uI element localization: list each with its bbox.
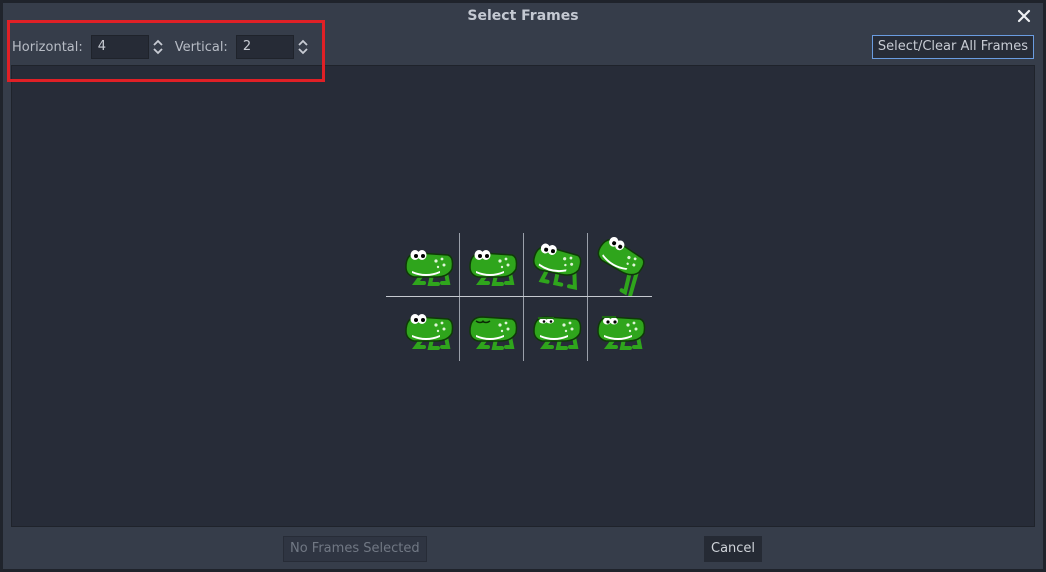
sprite-frame-6[interactable] bbox=[460, 297, 524, 361]
sprite-frame-2[interactable] bbox=[460, 233, 524, 297]
grid-divider-vertical bbox=[587, 233, 588, 361]
cancel-button[interactable]: Cancel bbox=[704, 536, 763, 562]
horizontal-spinbox-input[interactable]: 4 bbox=[90, 35, 149, 59]
frog-sprite-icon bbox=[405, 314, 454, 350]
frog-sprite-icon bbox=[597, 316, 646, 350]
updown-arrows-icon[interactable] bbox=[151, 35, 165, 59]
sprite-frame-7[interactable] bbox=[524, 297, 588, 361]
vertical-label: Vertical: bbox=[174, 39, 228, 55]
frog-sprite-icon bbox=[469, 316, 518, 350]
dialog-title: Select Frames bbox=[467, 8, 579, 24]
horizontal-label: Horizontal: bbox=[12, 39, 83, 55]
frog-sprite-icon bbox=[469, 250, 518, 286]
close-icon[interactable] bbox=[1015, 5, 1033, 27]
select-frames-dialog: Select Frames Horizontal: 4 Vertical: 2 … bbox=[3, 3, 1043, 569]
vertical-spinbox-input[interactable]: 2 bbox=[235, 35, 294, 59]
frog-sprite-icon bbox=[533, 243, 582, 290]
frame-grid-toolbar: Horizontal: 4 Vertical: 2 bbox=[12, 34, 320, 60]
sprite-sheet-preview bbox=[11, 65, 1035, 527]
updown-arrows-icon[interactable] bbox=[296, 35, 310, 59]
select-clear-all-frames-button[interactable]: Select/Clear All Frames bbox=[871, 35, 1034, 59]
sprite-frame-1[interactable] bbox=[396, 233, 460, 297]
sprite-frame-4[interactable] bbox=[588, 233, 652, 298]
grid-divider-vertical bbox=[523, 233, 524, 361]
frog-sprite-icon bbox=[533, 316, 582, 350]
frog-sprite-icon bbox=[405, 250, 454, 286]
confirm-frames-button[interactable]: No Frames Selected bbox=[283, 536, 427, 562]
sprite-frame-3[interactable] bbox=[524, 233, 588, 297]
sprite-frame-8[interactable] bbox=[588, 297, 652, 361]
grid-divider-horizontal bbox=[386, 296, 652, 297]
frog-sprite-icon bbox=[597, 236, 645, 298]
sprite-sheet-grid bbox=[386, 233, 652, 361]
grid-divider-vertical bbox=[459, 233, 460, 361]
sprite-frame-5[interactable] bbox=[396, 297, 460, 361]
